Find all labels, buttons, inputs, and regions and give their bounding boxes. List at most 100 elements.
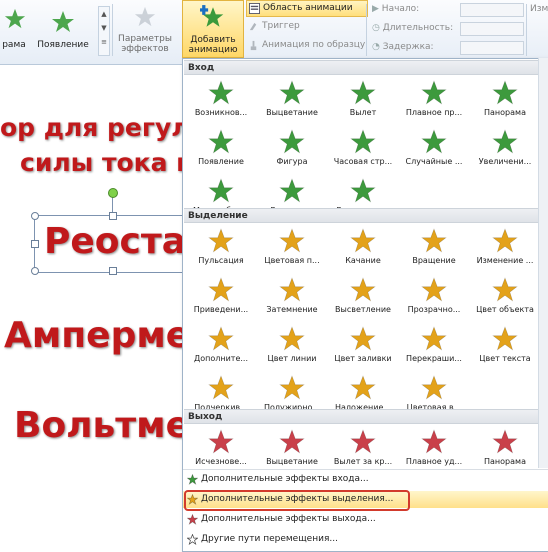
animation-effect-item[interactable]: Выцветание xyxy=(256,77,328,121)
emphasis-star-icon xyxy=(208,375,234,400)
trigger-button[interactable]: Триггер xyxy=(246,19,342,34)
entrance-star-icon xyxy=(421,129,447,154)
trigger-icon xyxy=(249,22,257,31)
section-header: Вход xyxy=(184,60,548,75)
animation-effect-item[interactable]: Высветление xyxy=(327,274,399,318)
highlight-frame xyxy=(184,490,410,511)
exit-star-icon xyxy=(421,429,447,454)
effect-label: Цвет линии xyxy=(267,354,317,363)
appear-label: Появление xyxy=(37,40,89,50)
more-motion-paths-item[interactable]: Другие пути перемещения... xyxy=(183,531,548,548)
animation-pane-button[interactable]: Область анимации xyxy=(246,0,368,17)
entrance-star-icon xyxy=(208,129,234,154)
animation-appear-button[interactable]: Появление xyxy=(34,4,92,56)
reorder-label-partial: Изм xyxy=(530,4,548,14)
timing-start[interactable]: ▶ Начало: xyxy=(372,2,524,17)
animation-effect-item[interactable]: Пульсация xyxy=(185,225,257,269)
effect-label: Вылет xyxy=(349,108,377,117)
more-entrance-effects-item[interactable]: Дополнительные эффекты входа... xyxy=(183,471,548,488)
animation-effect-item[interactable]: Увеличени... xyxy=(469,126,541,170)
add-animation-label-2: анимацию xyxy=(188,45,238,55)
animation-effect-item[interactable]: Вылет xyxy=(327,77,399,121)
animation-effect-item[interactable]: Затемнение xyxy=(256,274,328,318)
gallery-scrollbar[interactable] xyxy=(538,58,548,468)
slide-text-line1[interactable]: ор для регули xyxy=(0,113,207,142)
animation-effect-item[interactable]: Часовая стр... xyxy=(327,126,399,170)
animation-effect-item[interactable]: Цвет текста xyxy=(469,323,541,367)
emphasis-star-icon xyxy=(208,326,234,351)
emphasis-star-icon xyxy=(421,326,447,351)
animation-effect-item[interactable]: Цвет линии xyxy=(256,323,328,367)
separator xyxy=(526,4,527,56)
trigger-label: Триггер xyxy=(262,21,300,31)
rotate-handle[interactable] xyxy=(108,188,118,198)
effect-label: Пульсация xyxy=(198,256,244,265)
brush-icon xyxy=(250,40,257,51)
gallery-scroll-arrows[interactable]: ▲ ▼ ≡ xyxy=(98,6,110,56)
animation-effect-item[interactable]: Изменение ... xyxy=(469,225,541,269)
emphasis-star-icon xyxy=(208,277,234,302)
resize-handle[interactable] xyxy=(109,212,117,220)
more-exit-effects-item[interactable]: Дополнительные эффекты выхода... xyxy=(183,511,548,528)
duration-field[interactable] xyxy=(460,22,524,36)
animation-effect-item[interactable]: Цветовая п... xyxy=(256,225,328,269)
resize-handle[interactable] xyxy=(31,240,39,248)
effect-options-label-2: эффектов xyxy=(121,44,169,54)
effect-label: Перекраши... xyxy=(406,354,462,363)
star-icon xyxy=(52,11,74,32)
resize-handle[interactable] xyxy=(31,267,39,275)
slide-word-ammeter[interactable]: Амперме xyxy=(4,315,190,356)
separator xyxy=(366,4,367,56)
animation-effect-item[interactable]: Плавное пр... xyxy=(398,77,470,121)
timing-duration[interactable]: ◷ Длительность: xyxy=(372,21,524,36)
emphasis-star-icon xyxy=(492,277,518,302)
animation-effect-item[interactable]: Качание xyxy=(327,225,399,269)
effect-label: Прозрачно... xyxy=(407,305,461,314)
entrance-star-icon xyxy=(350,80,376,105)
animation-effect-item[interactable]: Плавное уд... xyxy=(398,426,470,470)
animation-effect-item[interactable]: Исчезнове... xyxy=(185,426,257,470)
delay-field[interactable] xyxy=(460,41,524,55)
animation-painter-button[interactable]: Анимация по образцу xyxy=(246,38,382,53)
effect-label: Цвет заливки xyxy=(334,354,392,363)
animation-effect-item[interactable]: Вылет за кр... xyxy=(327,426,399,470)
effect-options-button[interactable]: Параметры эффектов xyxy=(114,4,176,56)
more-item-label: Дополнительные эффекты входа... xyxy=(201,474,369,484)
animation-gallery-item-partial[interactable]: рама xyxy=(0,4,28,56)
animation-effect-item[interactable]: Появление xyxy=(185,126,257,170)
timing-delay[interactable]: ◔ Задержка: xyxy=(372,40,524,55)
effect-label: Цвет текста xyxy=(479,354,531,363)
add-animation-button[interactable]: Добавить анимацию xyxy=(182,0,244,58)
separator xyxy=(112,4,113,56)
animation-pane-icon xyxy=(249,3,260,14)
resize-handle[interactable] xyxy=(109,267,117,275)
add-star-icon xyxy=(200,5,224,27)
animation-effect-item[interactable]: Вращение xyxy=(398,225,470,269)
animation-effect-item[interactable]: Случайные ... xyxy=(398,126,470,170)
resize-handle[interactable] xyxy=(31,212,39,220)
animation-effect-item[interactable]: Прозрачно... xyxy=(398,274,470,318)
entrance-star-icon xyxy=(279,80,305,105)
effect-label: Вылет за кр... xyxy=(333,457,393,466)
more-item-label: Другие пути перемещения... xyxy=(201,534,338,544)
effect-label: Качание xyxy=(345,256,381,265)
start-field[interactable] xyxy=(460,3,524,17)
section-header: Выход xyxy=(184,409,548,424)
animation-effect-item[interactable]: Панорама xyxy=(469,426,541,470)
animation-effect-item[interactable]: Цвет объекта xyxy=(469,274,541,318)
effect-label: Вращение xyxy=(412,256,456,265)
animation-effect-item[interactable]: Перекраши... xyxy=(398,323,470,367)
animation-effect-item[interactable]: Фигура xyxy=(256,126,328,170)
animation-effect-item[interactable]: Приведени... xyxy=(185,274,257,318)
animation-effect-item[interactable]: Панорама xyxy=(469,77,541,121)
entrance-star-icon xyxy=(350,129,376,154)
animation-effect-item[interactable]: Возникнов... xyxy=(185,77,257,121)
emphasis-star-icon xyxy=(208,228,234,253)
delay-label: Задержка: xyxy=(382,42,434,52)
animation-effect-item[interactable]: Выцветание xyxy=(256,426,328,470)
emphasis-star-icon xyxy=(492,326,518,351)
animation-effect-item[interactable]: Дополните... xyxy=(185,323,257,367)
animation-effect-item[interactable]: Цвет заливки xyxy=(327,323,399,367)
section-header: Выделение xyxy=(184,208,548,223)
emphasis-star-icon xyxy=(350,375,376,400)
